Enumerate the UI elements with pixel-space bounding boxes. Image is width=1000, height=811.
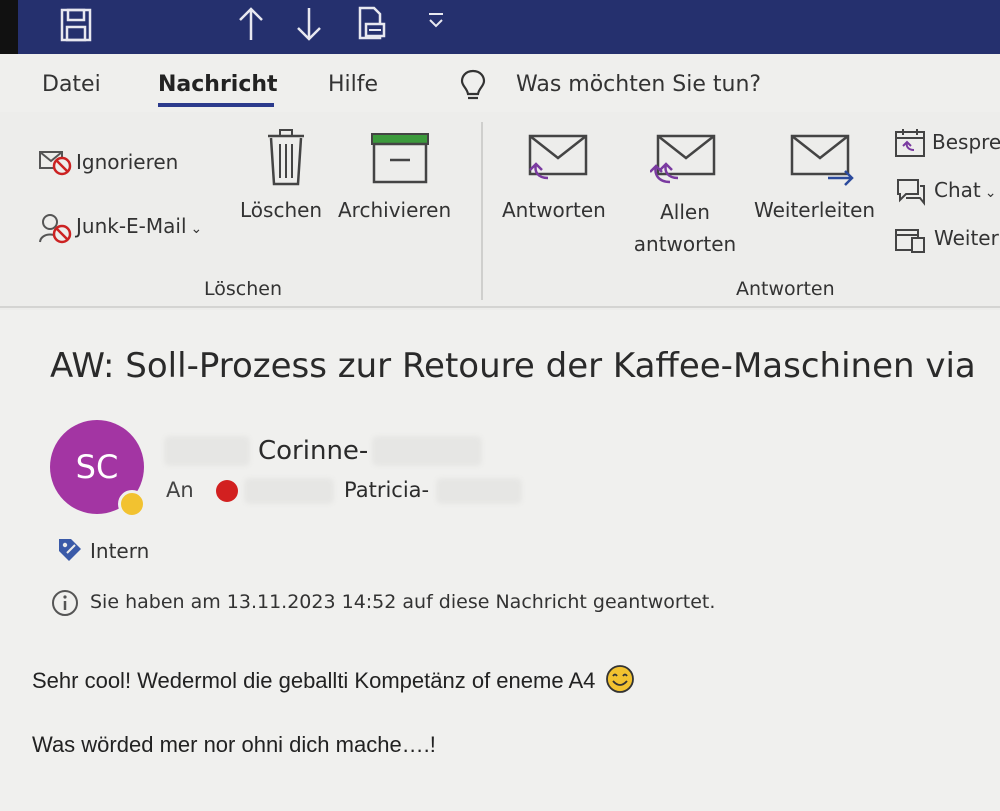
customize-toolbar-icon[interactable]: [424, 8, 448, 32]
sensitivity-label[interactable]: Intern: [90, 539, 149, 563]
info-icon: [50, 588, 80, 622]
junk-mail-button[interactable]: Junk-E-Mail ⌄: [76, 214, 202, 238]
message-body-line-2: Was wörded mer nor ohni dich mache….!: [32, 732, 436, 757]
save-icon[interactable]: [60, 8, 92, 42]
redacted-sender-name: [164, 436, 250, 466]
down-arrow-icon[interactable]: [294, 6, 324, 42]
tab-datei[interactable]: Datei: [42, 72, 101, 97]
message-body-line-1: Sehr cool! Wedermol die geballti Kompetä…: [32, 664, 635, 700]
junk-mail-icon: [38, 212, 74, 248]
chevron-down-icon: ⌄: [984, 185, 997, 201]
ribbon: Ignorieren Junk-E-Mail ⌄ Löschen Archivie…: [0, 112, 1000, 308]
reply-icon: [524, 134, 590, 192]
presence-away-icon: [118, 490, 146, 518]
redacted-recipient-name: [244, 478, 334, 504]
junk-mail-label: Junk-E-Mail: [76, 214, 187, 238]
reply-all-icon: [649, 134, 716, 192]
ignore-button[interactable]: Ignorieren: [76, 150, 178, 174]
redacted-recipient-surname: [436, 478, 522, 504]
replied-info-banner: Sie haben am 13.11.2023 14:52 auf diese …: [90, 591, 716, 613]
reply-all-button[interactable]: Allen antworten: [630, 196, 740, 260]
recipient-name[interactable]: Patricia-: [344, 478, 429, 502]
group-label-delete: Löschen: [204, 278, 282, 300]
avatar-initials: SC: [75, 448, 119, 486]
active-tab-indicator: [158, 103, 274, 107]
sender-name[interactable]: Corinne-: [258, 436, 368, 466]
reading-pane: AW: Soll-Prozess zur Retoure der Kaffee-…: [0, 310, 1000, 811]
redacted-sender-surname: [372, 436, 482, 466]
print-preview-icon[interactable]: [354, 6, 388, 42]
menu-bar: Datei Nachricht Hilfe Was möchten Sie tu…: [0, 54, 1000, 112]
trash-icon: [266, 128, 306, 190]
chat-button[interactable]: Chat ⌄: [934, 178, 996, 202]
to-label: An: [166, 478, 194, 502]
ignore-icon: [38, 148, 72, 180]
chat-label: Chat: [934, 178, 981, 202]
reply-all-label-line1: Allen: [660, 200, 710, 224]
more-actions-button[interactable]: Weiter: [934, 226, 999, 250]
ribbon-group-divider: [481, 122, 483, 300]
smiley-emoji-icon: [605, 664, 635, 700]
forward-icon: [790, 134, 856, 192]
more-actions-icon: [894, 224, 928, 258]
up-arrow-icon[interactable]: [236, 6, 266, 42]
title-bar: [0, 0, 1000, 54]
meeting-icon: [894, 128, 926, 162]
chat-icon: [894, 176, 928, 210]
reply-all-label-line2: antworten: [633, 232, 737, 256]
forward-button[interactable]: Weiterleiten: [754, 198, 875, 222]
tell-me-search[interactable]: Was möchten Sie tun?: [516, 72, 761, 97]
recipient-status-dot: [216, 480, 238, 502]
sensitivity-label-icon: [56, 536, 84, 568]
message-subject: AW: Soll-Prozess zur Retoure der Kaffee-…: [50, 346, 976, 386]
reply-button[interactable]: Antworten: [502, 198, 606, 222]
lightbulb-icon: [458, 68, 488, 108]
archive-icon: [370, 132, 430, 188]
group-label-respond: Antworten: [736, 278, 835, 300]
tab-nachricht[interactable]: Nachricht: [158, 72, 278, 97]
delete-button[interactable]: Löschen: [240, 198, 322, 222]
chevron-down-icon: ⌄: [190, 221, 203, 237]
message-body-text-1: Sehr cool! Wedermol die geballti Kompetä…: [32, 668, 596, 693]
archive-button[interactable]: Archivieren: [338, 198, 451, 222]
meeting-button[interactable]: Bespre: [932, 130, 1000, 154]
tab-hilfe[interactable]: Hilfe: [328, 72, 378, 97]
